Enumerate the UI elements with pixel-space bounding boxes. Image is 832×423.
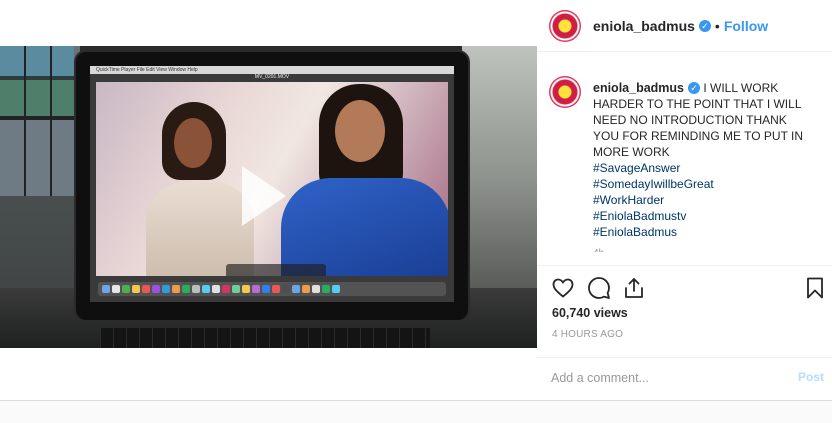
instagram-post: QuickTime Player File Edit View Window H… <box>0 0 832 401</box>
mac-dock <box>98 282 446 296</box>
actions-divider <box>537 265 832 267</box>
caption-body: eniola_badmus ✓ I WILL WORK HARDER TO THE… <box>593 80 809 252</box>
verified-badge-icon: ✓ <box>688 82 700 94</box>
verified-badge-icon: ✓ <box>698 19 711 32</box>
laptop-keyboard <box>100 328 430 348</box>
bookmark-icon[interactable] <box>803 276 827 300</box>
comment-icon[interactable] <box>587 276 611 300</box>
hashtag-link[interactable]: #EniolaBadmus <box>593 224 809 240</box>
player-controls <box>226 264 326 276</box>
heart-icon[interactable] <box>551 276 575 300</box>
play-icon[interactable] <box>242 166 286 226</box>
caption-username[interactable]: eniola_badmus <box>593 81 684 95</box>
hashtag-link[interactable]: #SavageAnswer <box>593 160 809 176</box>
person-right <box>281 82 448 276</box>
comment-box: Post <box>537 357 832 400</box>
caption-time: 4h <box>593 246 809 252</box>
post-comment-button[interactable]: Post <box>798 370 824 384</box>
monitor-wall <box>0 46 74 196</box>
username[interactable]: eniola_badmus <box>593 18 695 34</box>
player-title: MV_0291.MOV <box>254 74 290 80</box>
avatar[interactable] <box>549 9 581 42</box>
follow-button[interactable]: Follow <box>724 18 768 34</box>
post-header: eniola_badmus ✓ • Follow <box>537 0 832 52</box>
post-caption: eniola_badmus ✓ I WILL WORK HARDER TO THE… <box>537 66 832 252</box>
comment-input[interactable] <box>551 368 781 388</box>
hashtag-link[interactable]: #WorkHarder <box>593 192 809 208</box>
share-icon[interactable] <box>622 276 646 300</box>
hashtag-link[interactable]: #SomedayIwillbeGreat <box>593 176 809 192</box>
mac-menubar: QuickTime Player File Edit View Window H… <box>90 66 454 74</box>
caption-avatar[interactable] <box>549 76 581 108</box>
hashtag-link[interactable]: #EniolaBadmustv <box>593 208 809 224</box>
view-count[interactable]: 60,740 views <box>552 306 628 320</box>
post-timestamp[interactable]: 4 HOURS AGO <box>552 329 623 340</box>
post-video[interactable]: QuickTime Player File Edit View Window H… <box>0 46 537 348</box>
separator-dot: • <box>714 17 720 34</box>
